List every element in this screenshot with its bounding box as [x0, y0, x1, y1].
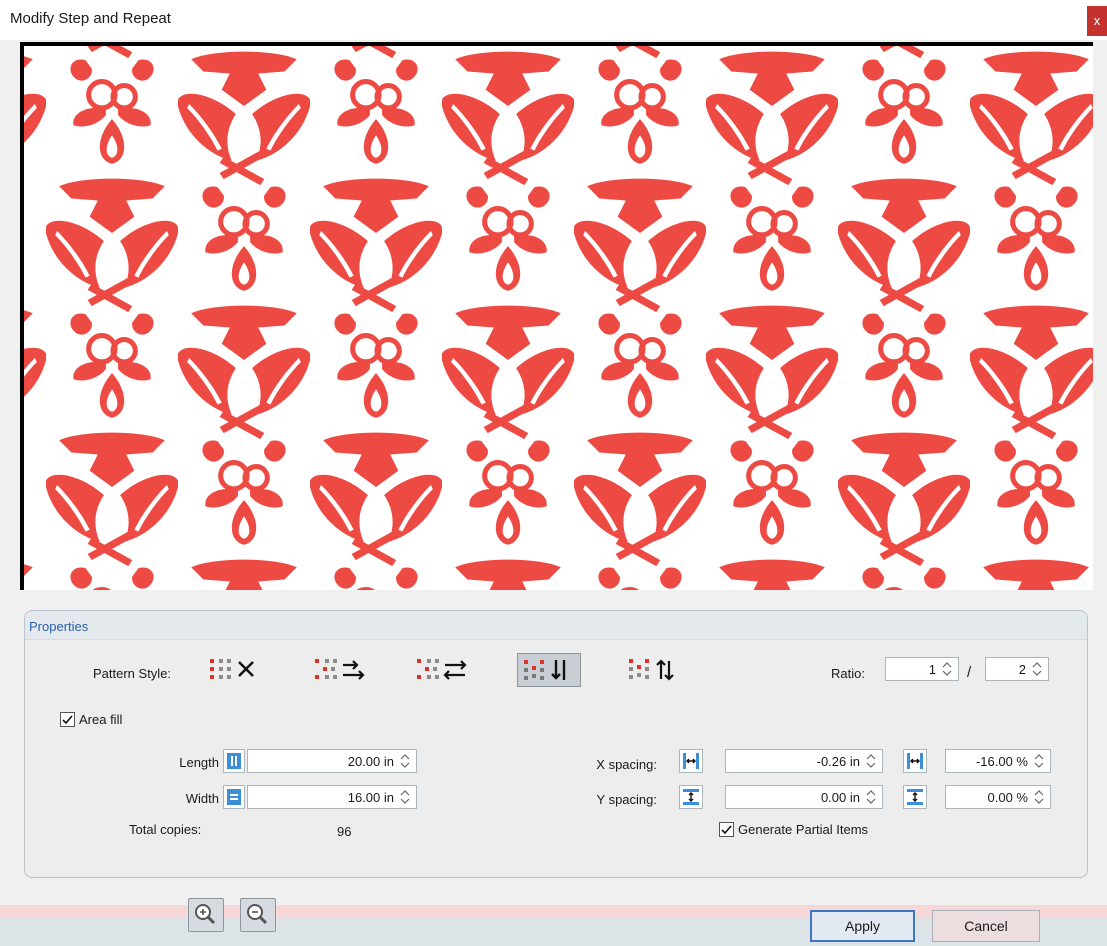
cancel-button[interactable]: Cancel — [932, 910, 1040, 942]
window-title: Modify Step and Repeat — [10, 10, 171, 27]
length-icon — [223, 749, 245, 773]
spin-arrows-icon[interactable] — [1031, 787, 1047, 807]
x-spacing-percent-icon — [903, 749, 927, 773]
area-fill-checkbox[interactable] — [60, 712, 75, 727]
width-input[interactable]: 16.00 in — [247, 785, 417, 809]
y-spacing-input[interactable]: 0.00 in — [725, 785, 883, 809]
spin-arrows-icon[interactable] — [939, 659, 955, 679]
zoom-in-button[interactable] — [188, 898, 224, 932]
damask-flower-pattern-icon — [24, 46, 1093, 590]
generate-partial-checkbox[interactable] — [719, 822, 734, 837]
x-spacing-icon — [679, 749, 703, 773]
total-copies-label: Total copies: — [129, 822, 202, 837]
zoom-out-button[interactable] — [240, 898, 276, 932]
title-bar: Modify Step and Repeat x — [0, 0, 1107, 40]
close-button[interactable]: x — [1087, 6, 1107, 36]
brick-vertical-alternate-style-icon[interactable] — [623, 653, 687, 687]
length-label: Length — [179, 755, 219, 770]
x-spacing-percent-input[interactable]: -16.00 % — [945, 749, 1051, 773]
brick-horizontal-alternate-style-icon[interactable] — [413, 653, 473, 687]
y-spacing-icon — [679, 785, 703, 809]
grid-style-icon[interactable] — [205, 653, 265, 687]
properties-title: Properties — [29, 619, 89, 634]
spin-arrows-icon[interactable] — [863, 787, 879, 807]
total-copies-value: 96 — [337, 824, 352, 839]
ratio-separator: / — [967, 664, 972, 681]
ratio-b-input[interactable]: 2 — [985, 657, 1049, 681]
brick-vertical-style-icon[interactable] — [517, 653, 581, 687]
spin-arrows-icon[interactable] — [863, 751, 879, 771]
x-spacing-label: X spacing: — [596, 757, 657, 772]
zoom-in-icon — [195, 904, 216, 925]
width-icon — [223, 785, 245, 809]
apply-button[interactable]: Apply — [810, 910, 915, 942]
ratio-a-input[interactable]: 1 — [885, 657, 959, 681]
ratio-label: Ratio: — [831, 666, 865, 681]
spin-arrows-icon[interactable] — [1031, 751, 1047, 771]
check-icon — [721, 825, 732, 835]
y-spacing-percent-icon — [903, 785, 927, 809]
properties-header: Properties — [25, 611, 1087, 640]
y-spacing-percent-input[interactable]: 0.00 % — [945, 785, 1051, 809]
spin-arrows-icon[interactable] — [397, 751, 413, 771]
y-spacing-label: Y spacing: — [596, 792, 657, 807]
close-icon: x — [1093, 13, 1101, 28]
generate-partial-label: Generate Partial Items — [738, 822, 869, 837]
check-icon — [62, 715, 73, 725]
spin-arrows-icon[interactable] — [397, 787, 413, 807]
spin-arrows-icon[interactable] — [1029, 659, 1045, 679]
brick-horizontal-style-icon[interactable] — [311, 653, 371, 687]
area-fill-label: Area fill — [79, 712, 123, 727]
zoom-out-icon — [247, 904, 268, 925]
width-label: Width — [185, 791, 219, 806]
length-input[interactable]: 20.00 in — [247, 749, 417, 773]
pattern-style-label: Pattern Style: — [93, 666, 172, 681]
pattern-preview — [20, 42, 1093, 590]
x-spacing-input[interactable]: -0.26 in — [725, 749, 883, 773]
properties-panel: Properties Pattern Style: Ratio: 1 / 2 A… — [24, 610, 1088, 878]
